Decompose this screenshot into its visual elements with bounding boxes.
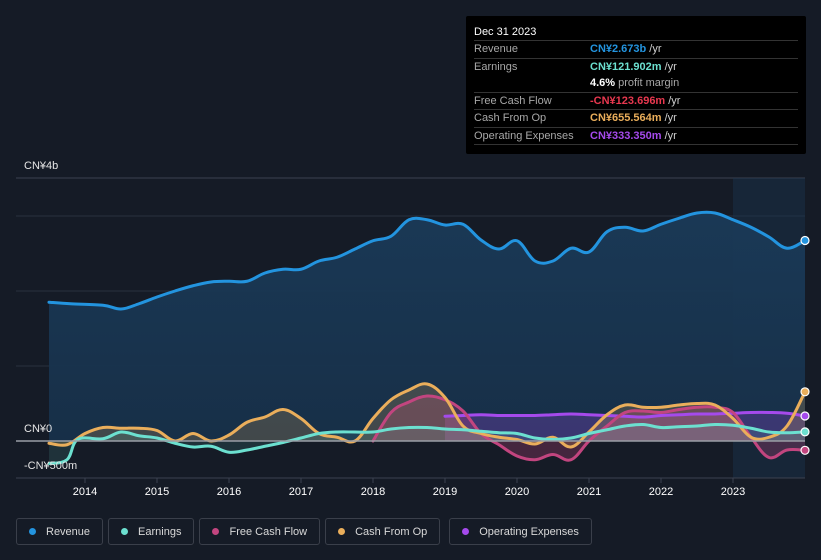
legend-label: Earnings	[138, 525, 182, 538]
legend-item-revenue[interactable]: Revenue	[16, 518, 104, 545]
revenue-end-marker	[800, 235, 810, 246]
x-tick-label: 2015	[145, 486, 169, 498]
earnings-dot-icon	[121, 528, 129, 535]
tooltip-key: Revenue	[474, 43, 519, 55]
x-tick-label: 2016	[217, 486, 241, 498]
tooltip-value: 4.6%	[590, 77, 616, 89]
y-tick-label-top: CN¥4b	[24, 160, 59, 172]
revenue-dot-icon	[29, 528, 36, 535]
tooltip-unit: profit margin	[618, 77, 680, 89]
legend-label: Operating Expenses	[479, 525, 579, 538]
operating-expenses-end-marker	[800, 411, 810, 421]
tooltip-key: Free Cash Flow	[474, 94, 552, 107]
tooltip-unit: /yr	[668, 94, 681, 107]
legend-item-cash-from-op[interactable]: Cash From Op	[325, 518, 441, 545]
tooltip-unit: /yr	[664, 60, 677, 73]
tooltip: Dec 31 2023 Revenue CN¥2.673b /yr Earnin…	[466, 16, 806, 154]
tooltip-value: CN¥2.673b	[590, 43, 647, 55]
tooltip-value: CN¥333.350m	[590, 129, 662, 142]
tooltip-unit: /yr	[664, 129, 677, 142]
tooltip-row-cfo: Cash From Op CN¥655.564m /yr	[474, 109, 798, 127]
tooltip-row-opex: Operating Expenses CN¥333.350m /yr	[474, 126, 798, 145]
legend-item-operating-expenses[interactable]: Operating Expenses	[449, 518, 592, 545]
x-tick-label: 2022	[649, 486, 673, 498]
legend-item-earnings[interactable]: Earnings	[108, 518, 195, 545]
tooltip-unit: /yr	[649, 43, 662, 55]
free-cash-flow-dot-icon	[212, 528, 220, 535]
cash-from-op-end-marker	[800, 387, 810, 397]
x-tick-label: 2021	[577, 486, 601, 498]
legend-label: Revenue	[46, 525, 91, 538]
x-tick-label: 2017	[289, 486, 313, 498]
operating-expenses-dot-icon	[462, 528, 470, 535]
x-tick-label: 2014	[73, 486, 97, 498]
tooltip-key	[474, 75, 590, 92]
tooltip-value: CN¥655.564m	[590, 112, 662, 124]
earnings-end-marker	[800, 427, 810, 437]
tooltip-value: -CN¥123.696m	[590, 94, 666, 107]
tooltip-row-revenue: Revenue CN¥2.673b /yr	[474, 40, 798, 58]
tooltip-key: Operating Expenses	[474, 129, 574, 142]
tooltip-date: Dec 31 2023	[474, 26, 537, 38]
legend-item-free-cash-flow[interactable]: Free Cash Flow	[199, 518, 321, 545]
x-tick-label: 2018	[361, 486, 385, 498]
x-tick-label: 2020	[505, 486, 529, 498]
tooltip-row-earnings: Earnings CN¥121.902m /yr	[474, 57, 798, 76]
free-cash-flow-end-marker	[800, 445, 810, 455]
y-tick-label-zero: CN¥0	[24, 423, 53, 435]
x-tick-label: 2023	[721, 486, 745, 498]
legend-label: Cash From Op	[355, 525, 428, 538]
x-axis: 2014 2015 2016 2017 2018 2019 2020 2021 2022 2023	[16, 477, 805, 498]
tooltip-value: CN¥121.902m	[590, 60, 662, 73]
tooltip-key: Cash From Op	[474, 112, 547, 124]
tooltip-key: Earnings	[474, 60, 518, 73]
y-tick-label-bottom: -CN¥500m	[24, 460, 78, 472]
cash-from-op-dot-icon	[338, 528, 346, 535]
tooltip-row-margin: 4.6% profit margin	[474, 75, 798, 92]
legend: Revenue Earnings Free Cash Flow Cash Fro…	[16, 518, 592, 545]
tooltip-unit: /yr	[664, 112, 677, 124]
x-tick-label: 2019	[433, 486, 457, 498]
tooltip-row-fcf: Free Cash Flow -CN¥123.696m /yr	[474, 91, 798, 110]
legend-label: Free Cash Flow	[229, 525, 308, 538]
